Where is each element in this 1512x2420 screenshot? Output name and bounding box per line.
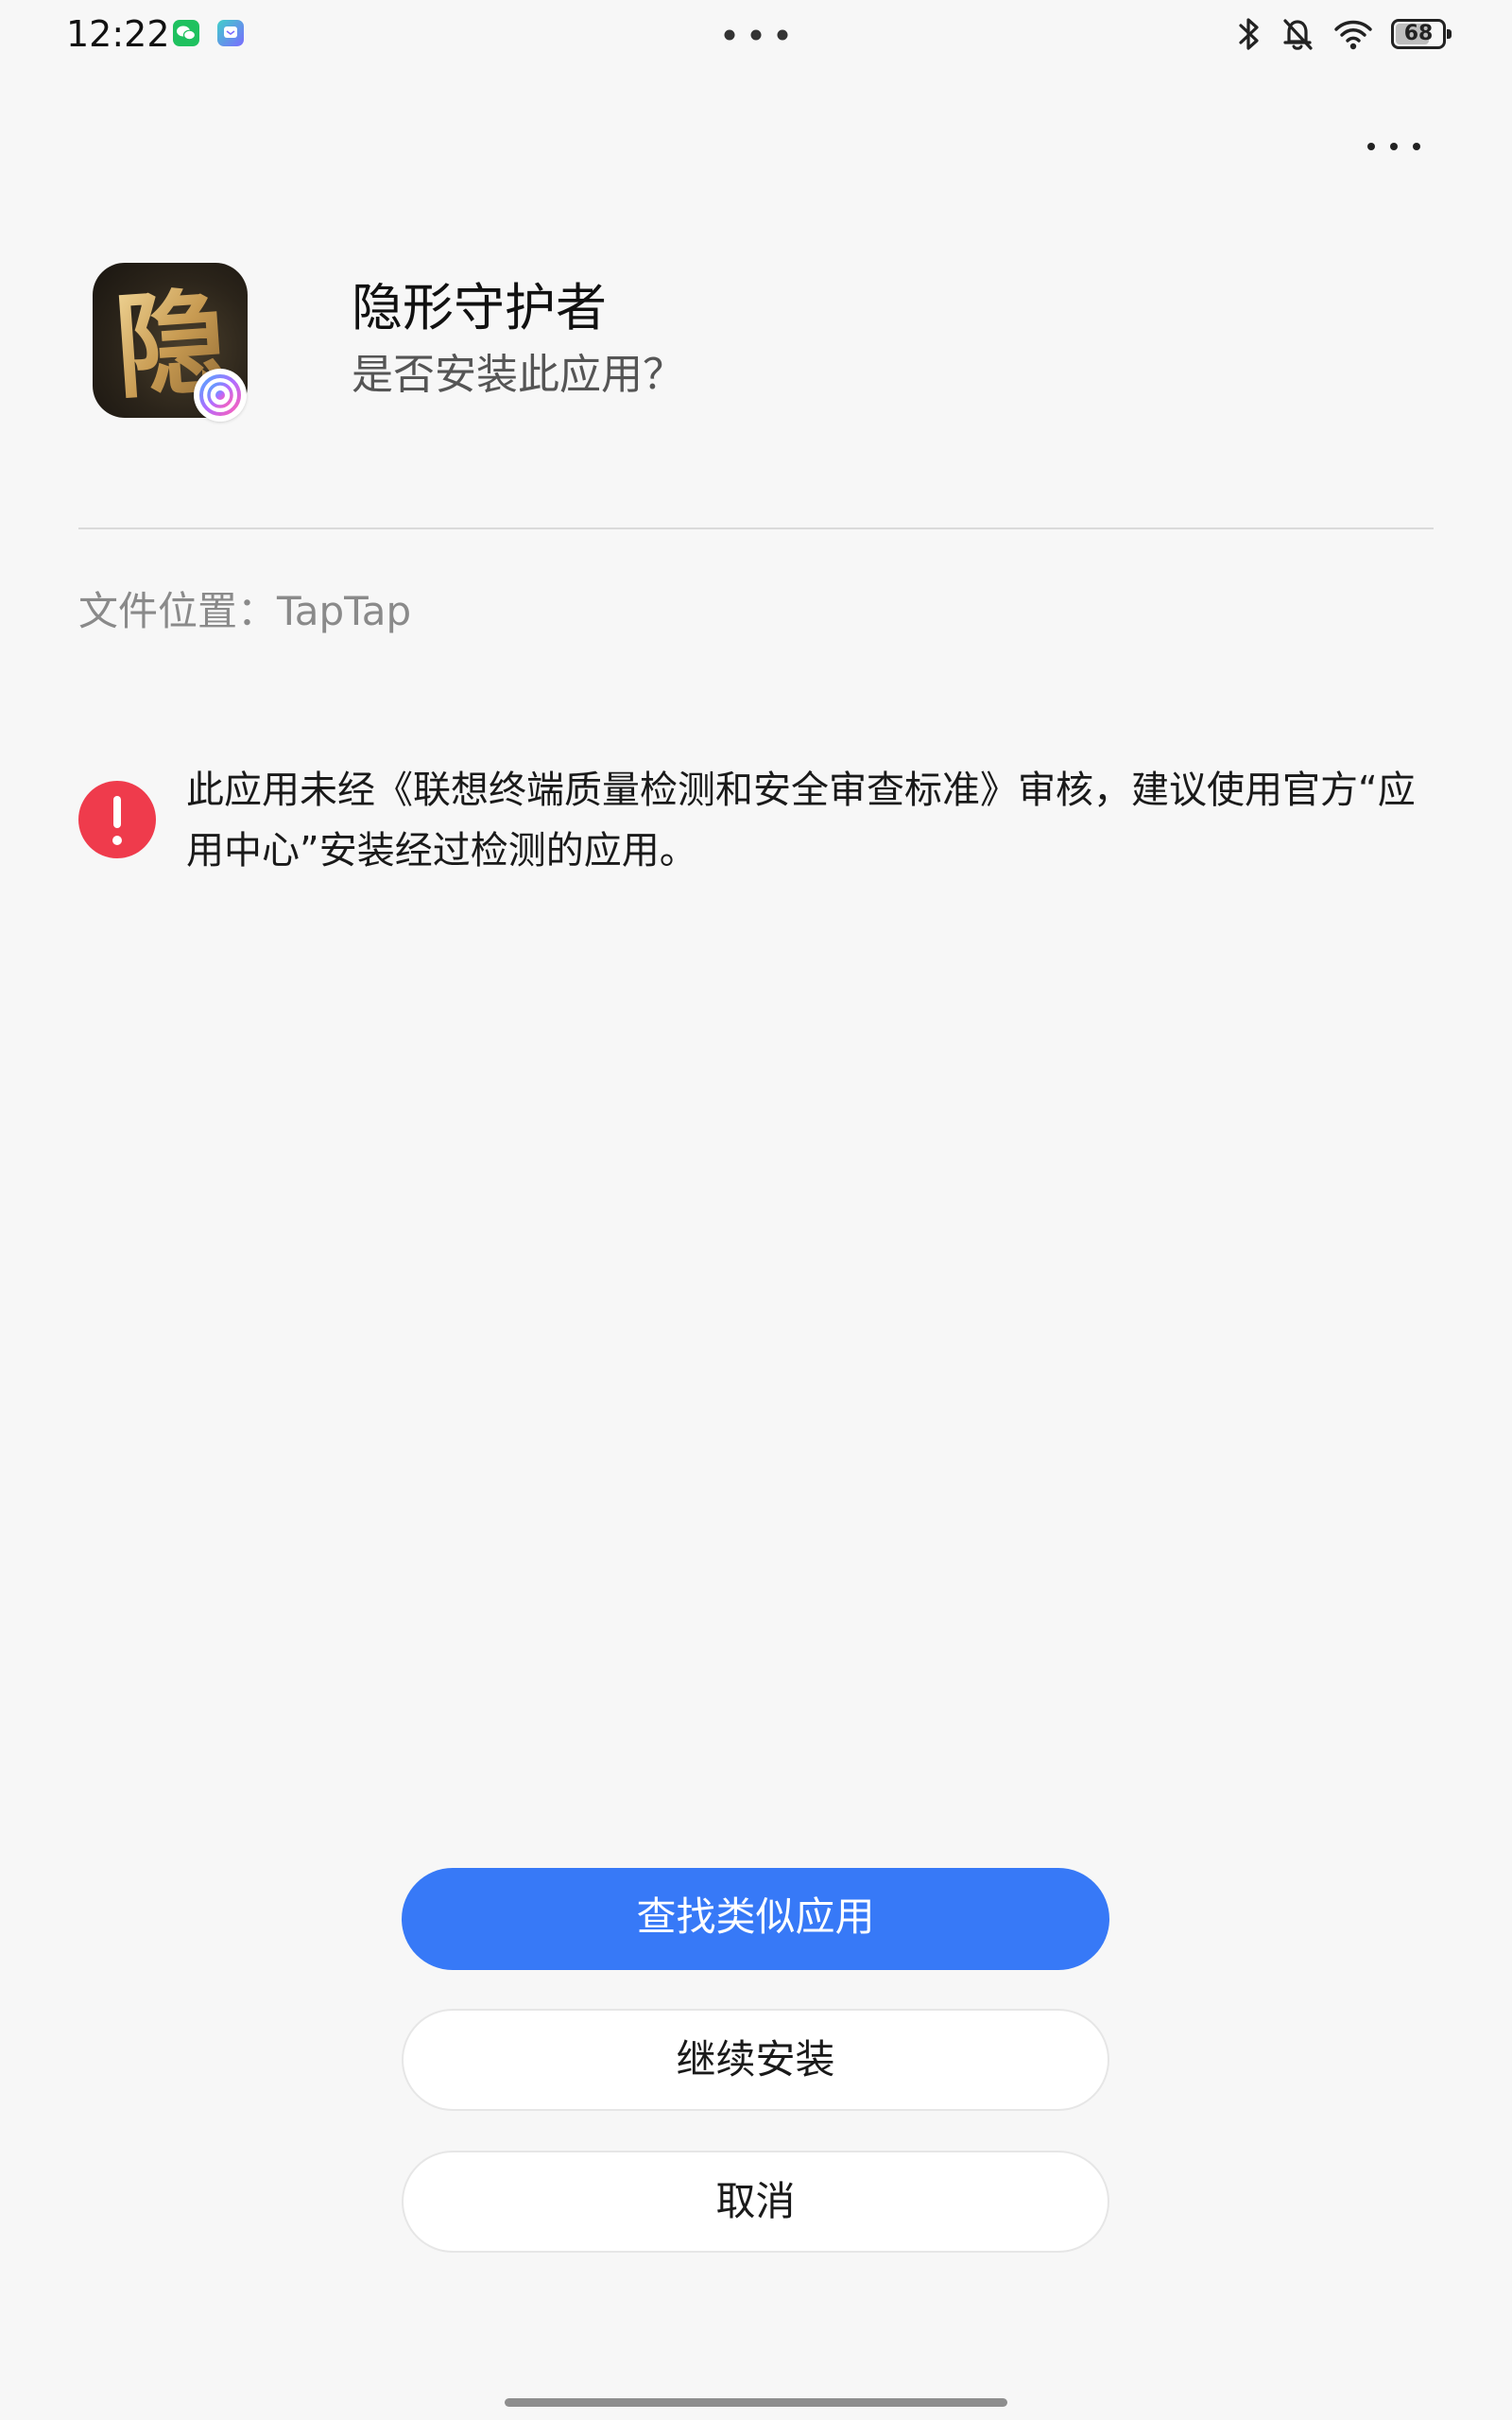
status-system-icons: 68 — [1236, 13, 1452, 55]
exclamation-circle-icon — [78, 781, 156, 858]
find-similar-apps-button[interactable]: 查找类似应用 — [402, 1868, 1109, 1970]
more-horizontal-icon[interactable] — [1361, 123, 1427, 170]
bluetooth-icon — [1239, 18, 1259, 50]
wifi-icon — [1334, 20, 1372, 50]
divider — [78, 527, 1434, 529]
continue-install-button[interactable]: 继续安装 — [402, 2009, 1109, 2111]
bell-muted-icon — [1283, 19, 1313, 50]
installer-badge — [194, 369, 247, 422]
message-app-icon — [217, 20, 244, 46]
battery-level: 68 — [1403, 22, 1434, 45]
status-bar: 12:22 68 — [0, 0, 1512, 68]
battery-indicator: 68 — [1391, 19, 1452, 49]
status-time: 12:22 — [66, 13, 170, 55]
cancel-button[interactable]: 取消 — [402, 2151, 1109, 2253]
home-indicator[interactable] — [505, 2398, 1007, 2407]
multi-window-dots-icon[interactable] — [718, 25, 794, 45]
file-location: 文件位置：TapTap — [78, 588, 412, 634]
install-question: 是否安装此应用？ — [352, 351, 684, 399]
warning-text: 此应用未经《联想终端质量检测和安全审查标准》审核，建议使用官方“应用中心”安装经… — [186, 769, 1416, 873]
wechat-icon — [173, 20, 199, 46]
app-name: 隐形守护者 — [352, 278, 607, 337]
